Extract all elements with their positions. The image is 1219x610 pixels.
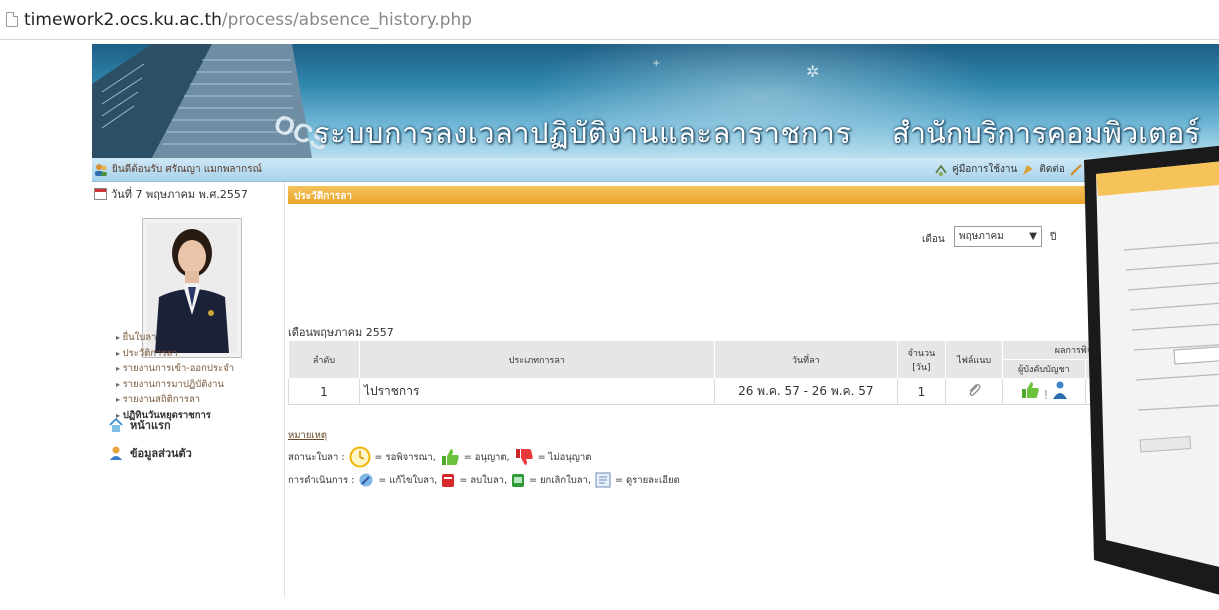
status-legend: สถานะใบลา : = รอพิจารณา, = อนุญาต, = ไม่… — [288, 446, 591, 468]
contact-link[interactable]: ติดต่อ — [1039, 162, 1065, 177]
month-select-value: พฤษภาคม — [959, 231, 1004, 242]
thumbs-up-icon — [1104, 382, 1121, 398]
table-caption: เดือนพฤษภาคม 2557 — [288, 326, 394, 339]
date-text: วันที่ 7 พฤษภาคม พ.ศ.2557 — [111, 188, 248, 201]
contact-icon — [1023, 164, 1034, 175]
col-days: จำนวน [วัน] — [896, 340, 946, 379]
table-row[interactable]: 1 ไปราชการ 26 พ.ค. 57 - 26 พ.ค. 57 1 ! ! — [288, 378, 1169, 405]
delete-icon — [442, 474, 455, 487]
action-cancel-text: = ยกเลิกใบลา, — [529, 474, 591, 486]
action-legend: การดำเนินการ : = แก้ไขใบลา, = ลบใบลา, = … — [288, 472, 680, 488]
approver-status-cell: ! — [1084, 378, 1169, 405]
url-host: timework2.ocs.ku.ac.th — [24, 9, 222, 30]
legend-title: หมายเหตุ — [288, 430, 328, 441]
person-approver-icon — [1135, 381, 1150, 399]
url-text[interactable]: timework2.ocs.ku.ac.th/process/absence_h… — [24, 10, 472, 30]
date-display: วันที่ 7 พฤษภาคม พ.ศ.2557 — [94, 185, 248, 203]
logout-icon[interactable] — [1069, 163, 1083, 177]
welcome-text: ยินดีต้อนรับ ศรัณญา แมกพลากรณ์ — [112, 164, 262, 175]
menu-personal-label: ข้อมูลส่วนตัว — [130, 447, 192, 460]
thumbs-up-icon — [441, 449, 459, 465]
action-edit-text: = แก้ไขใบลา, — [378, 474, 438, 486]
office-title: สำนักบริการคอมพิวเตอร์ — [892, 116, 1200, 150]
personal-submenu: ยื่นใบลา ประวัติการลา รายงานการเข้า-ออกป… — [116, 330, 234, 423]
building-graphic-icon: OCS — [92, 44, 332, 158]
action-label: การดำเนินการ : — [288, 474, 355, 486]
manual-link[interactable]: คู่มือการใช้งาน — [952, 162, 1017, 177]
url-path: /process/absence_history.php — [221, 9, 473, 30]
status-reject-text: = ไม่อนุญาต — [537, 451, 592, 463]
row-type: ไปราชการ — [358, 378, 715, 405]
system-title: ระบบการลงเวลาปฏิบัติงานและลาราชการ — [314, 116, 852, 150]
thumbs-down-icon — [515, 449, 533, 465]
col-supervisor: ผู้บังคับบัญชา — [1002, 359, 1086, 379]
col-type: ประเภทการลา — [358, 340, 715, 379]
calendar-icon — [94, 188, 107, 200]
content-header: ประวัติการลา — [288, 186, 1193, 204]
clock-icon — [349, 446, 371, 468]
page-icon — [6, 12, 18, 27]
chevron-down-icon: ▼ — [1029, 231, 1037, 242]
table-header-row: ลำดับ ประเภทการลา วันที่ลา จำนวน [วัน] ไ… — [288, 340, 1168, 379]
col-no: ลำดับ — [288, 340, 360, 379]
attachment-cell — [944, 378, 1004, 405]
page: OCS ✲ + ระบบการลงเวลาปฏิบัติงานและลาราชก… — [92, 44, 1219, 598]
month-select[interactable]: พฤษภาคม ▼ — [954, 226, 1042, 247]
cancel-icon — [512, 474, 525, 487]
manual-icon — [935, 164, 947, 176]
status-approve-text: = อนุญาต, — [463, 451, 510, 463]
menu-personal-info[interactable]: ข้อมูลส่วนตัว — [108, 444, 192, 462]
month-label: เดือน — [922, 234, 945, 245]
user-bar: ยินดีต้อนรับ ศรัณญา แมกพลากรณ์ คู่มือการ… — [92, 158, 1219, 182]
row-days: 1 — [896, 378, 946, 405]
edit-icon — [359, 473, 373, 487]
status-wait-text: = รอพิจารณา, — [374, 451, 436, 463]
year-label: ปี — [1050, 232, 1057, 243]
browser-url-bar[interactable]: timework2.ocs.ku.ac.th/process/absence_h… — [0, 0, 1219, 40]
col-result: ผลการพิจารณา — [1002, 340, 1168, 360]
row-dates: 26 พ.ค. 57 - 26 พ.ค. 57 — [713, 378, 898, 405]
supervisor-status-cell: ! — [1002, 378, 1086, 405]
person-icon — [110, 446, 122, 460]
col-attach: ไฟล์แนบ — [944, 340, 1004, 379]
absence-history-table: ลำดับ ประเภทการลา วันที่ลา จำนวน [วัน] ไ… — [288, 340, 1169, 405]
users-icon — [95, 163, 107, 176]
thumbs-up-icon — [1021, 382, 1039, 398]
status-label: สถานะใบลา : — [288, 451, 345, 463]
action-view-text: = ดูรายละเอียด — [614, 474, 680, 486]
submenu-item[interactable]: รายงานสถิติการลา — [116, 392, 234, 408]
action-delete-text: = ลบใบลา, — [459, 474, 508, 486]
submenu-item[interactable]: ปฏิทินวันหยุดราชการ — [116, 408, 234, 424]
col-approver: ผู้มีอำนาจอนุมัติ — [1084, 359, 1169, 379]
site-banner: OCS ✲ + ระบบการลงเวลาปฏิบัติงานและลาราชก… — [92, 44, 1219, 158]
row-no: 1 — [288, 378, 360, 405]
col-dates: วันที่ลา — [713, 340, 898, 379]
submenu-item[interactable]: รายงานการมาปฏิบัติงาน — [116, 377, 234, 393]
submenu-item[interactable]: ประวัติการลา — [116, 346, 234, 362]
main-content: ประวัติการลา เดือน พฤษภาคม ▼ ปี เดือนพฤษ… — [286, 182, 1219, 598]
submenu-item[interactable]: รายงานการเข้า-ออกประจำ — [116, 361, 234, 377]
paperclip-icon[interactable] — [966, 382, 982, 398]
submenu-item[interactable]: ยื่นใบลา — [116, 330, 234, 346]
view-details-icon — [595, 472, 611, 488]
person-approver-icon — [1053, 381, 1068, 399]
